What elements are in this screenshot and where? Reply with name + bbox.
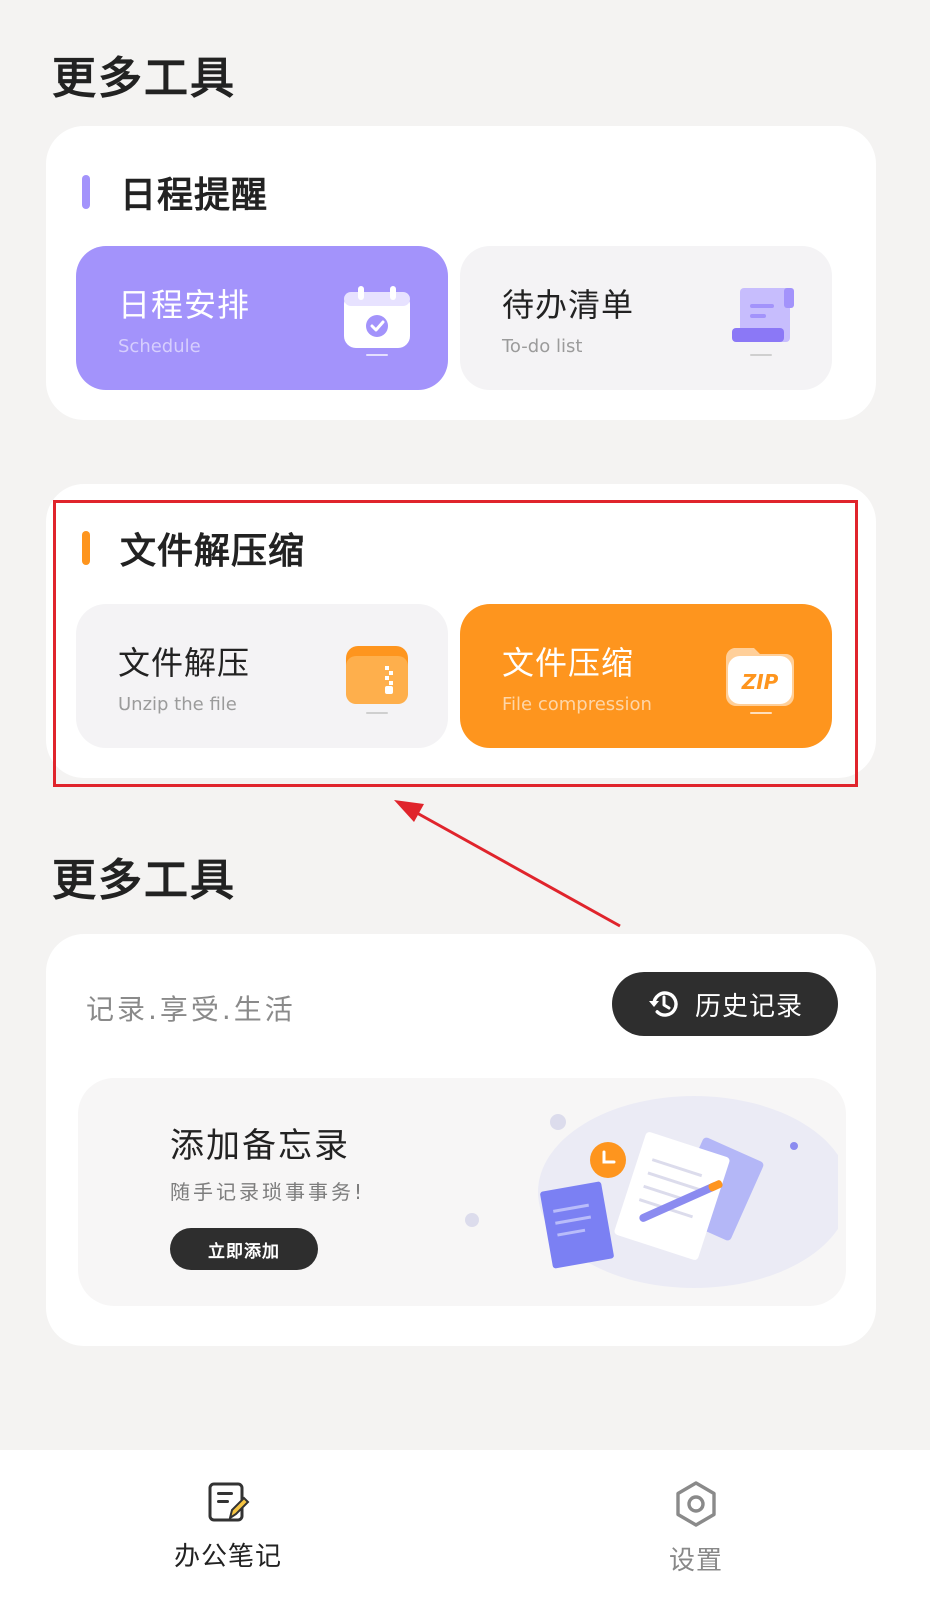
memo-subtitle: 随手记录琐事事务! — [170, 1180, 366, 1204]
schedule-tile[interactable]: 日程安排 Schedule — [76, 246, 448, 390]
annotation-highlight-box — [53, 500, 858, 787]
hexagon-settings-icon — [676, 1481, 716, 1527]
tab-office-notes[interactable]: 办公笔记 — [128, 1480, 328, 1573]
history-icon — [648, 991, 678, 1017]
section-accent-bar — [82, 175, 90, 209]
history-button-label: 历史记录 — [694, 991, 803, 1022]
slogan-text: 记录.享受.生活 — [86, 993, 296, 1026]
memo-illustration-icon — [465, 1096, 838, 1288]
scroll-list-icon — [732, 288, 794, 356]
tile-title: 待办清单 — [502, 286, 635, 324]
calendar-check-icon — [344, 286, 410, 356]
tile-subtitle: Schedule — [118, 336, 201, 357]
todo-tile[interactable]: 待办清单 To-do list — [460, 246, 832, 390]
history-button[interactable]: 历史记录 — [612, 972, 838, 1036]
bottom-tab-bar: 办公笔记 设置 — [0, 1450, 930, 1598]
more-tools-title: 更多工具 — [52, 855, 236, 906]
memo-card: 记录.享受.生活 历史记录 添加备忘录 随手记录琐事事务! 立即添加 — [46, 934, 876, 1346]
tab-label: 设置 — [668, 1546, 723, 1576]
add-memo-panel[interactable]: 添加备忘录 随手记录琐事事务! 立即添加 — [78, 1078, 846, 1306]
tile-subtitle: To-do list — [502, 336, 583, 357]
add-now-button[interactable]: 立即添加 — [170, 1228, 318, 1270]
page-title: 更多工具 — [52, 53, 236, 104]
tab-label: 办公笔记 — [173, 1542, 282, 1572]
tile-title: 日程安排 — [118, 286, 251, 324]
memo-title: 添加备忘录 — [170, 1126, 350, 1166]
schedule-card: 日程提醒 日程安排 Schedule 待办清单 To-do list — [46, 126, 876, 420]
schedule-section-header: 日程提醒 — [82, 166, 268, 218]
note-edit-icon — [208, 1482, 250, 1522]
tab-settings[interactable]: 设置 — [596, 1480, 796, 1577]
section-title: 日程提醒 — [120, 175, 269, 216]
